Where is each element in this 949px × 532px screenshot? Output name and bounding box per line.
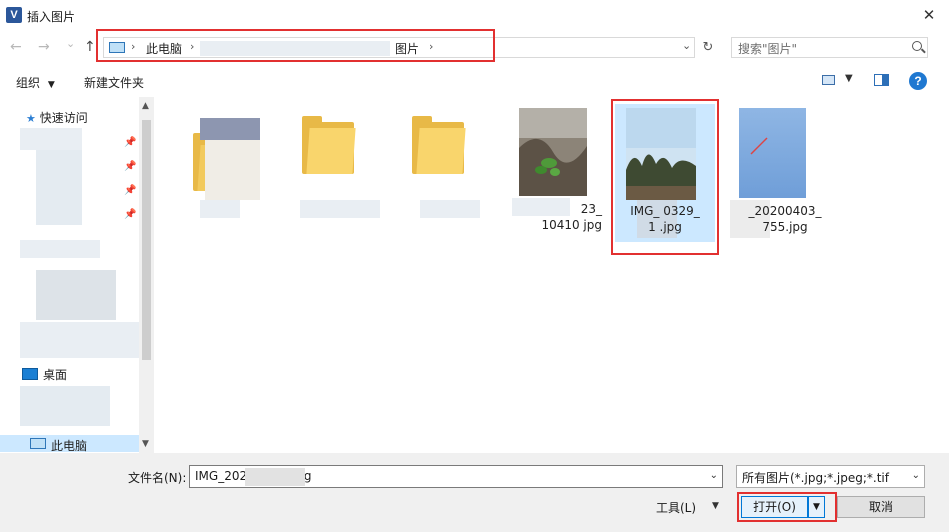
blurred-region: [20, 128, 82, 150]
file-label: _20200403_ 755.jpg: [740, 203, 830, 235]
quick-access-label: 快速访问: [39, 111, 88, 125]
title-bar: V 插入图片 ✕: [0, 0, 949, 31]
file-label-line2: 755.jpg: [762, 220, 808, 234]
window-title: 插入图片: [27, 10, 76, 24]
highlight-box-open-button: [737, 492, 837, 522]
image-thumbnail-sky[interactable]: [739, 108, 806, 198]
sidebar-item-this-pc[interactable]: 此电脑: [51, 437, 87, 454]
filename-label: 文件名(N):: [128, 471, 187, 485]
recent-locations-icon[interactable]: ⌄: [66, 37, 75, 50]
file-label-line2: 10410 jpg: [541, 218, 602, 232]
tools-menu[interactable]: 工具(L): [656, 499, 696, 516]
desktop-icon: [22, 368, 38, 380]
file-label: 23_ 10410 jpg: [520, 201, 602, 233]
folder-icon[interactable]: [412, 116, 466, 174]
file-label-line1: _20200403_: [748, 204, 822, 218]
file-label-line1: 23_: [580, 202, 602, 216]
search-icon[interactable]: [912, 41, 922, 51]
blurred-region: [200, 200, 240, 218]
refresh-icon[interactable]: ↻: [697, 37, 719, 58]
up-arrow-icon[interactable]: ↑: [84, 39, 96, 55]
search-box[interactable]: 搜索"图片": [731, 37, 928, 58]
blurred-region: [205, 140, 260, 200]
pin-icon[interactable]: 📌: [124, 137, 136, 148]
star-icon: ★: [26, 112, 36, 125]
search-placeholder: 搜索"图片": [738, 42, 798, 56]
highlight-box-address: [96, 29, 495, 62]
blurred-region: [36, 150, 82, 225]
visio-app-icon: V: [6, 7, 22, 23]
blurred-region: [20, 322, 153, 358]
pin-icon[interactable]: 📌: [124, 161, 136, 172]
view-mode-icon[interactable]: [822, 75, 835, 85]
highlight-box-selected-file: [611, 99, 719, 255]
pin-icon[interactable]: 📌: [124, 209, 136, 220]
blurred-region: [36, 270, 116, 320]
chevron-down-icon[interactable]: ⌄: [710, 470, 718, 481]
image-thumbnail-plant[interactable]: [519, 108, 587, 196]
file-type-value: 所有图片(*.jpg;*.jpeg;*.tif: [742, 471, 889, 485]
scrollbar-thumb[interactable]: [142, 120, 151, 360]
blurred-region: [300, 200, 380, 218]
chevron-down-icon[interactable]: ⌄: [912, 470, 920, 481]
quick-access-item[interactable]: ★ 快速访问: [26, 109, 88, 126]
chevron-down-icon[interactable]: ▼: [845, 73, 853, 84]
file-type-select[interactable]: 所有图片(*.jpg;*.jpeg;*.tif ⌄: [736, 465, 925, 488]
scroll-up-icon[interactable]: ▲: [142, 101, 149, 111]
cancel-button[interactable]: 取消: [837, 496, 925, 518]
close-icon[interactable]: ✕: [912, 2, 946, 28]
organize-button[interactable]: 组织 ▼: [16, 74, 55, 91]
blurred-region: [420, 200, 480, 218]
blurred-region: [20, 386, 110, 426]
blurred-region: [200, 118, 260, 140]
forward-arrow-icon[interactable]: →: [38, 39, 50, 55]
sidebar-item-desktop[interactable]: 桌面: [43, 366, 67, 383]
chevron-down-icon[interactable]: ▼: [712, 501, 719, 511]
back-arrow-icon[interactable]: ←: [10, 39, 22, 55]
organize-label: 组织: [16, 76, 41, 90]
new-folder-button[interactable]: 新建文件夹: [84, 74, 144, 91]
help-icon[interactable]: ?: [909, 72, 927, 90]
pin-icon[interactable]: 📌: [124, 185, 136, 196]
folder-icon[interactable]: [302, 116, 356, 174]
chevron-down-icon: ▼: [47, 80, 55, 90]
blurred-region: [20, 240, 100, 258]
scroll-down-icon[interactable]: ▼: [142, 439, 149, 449]
blurred-region: [245, 468, 305, 486]
preview-pane-icon[interactable]: [874, 74, 889, 86]
address-history-chevron-icon[interactable]: ⌄: [682, 39, 691, 52]
computer-icon: [30, 438, 46, 449]
